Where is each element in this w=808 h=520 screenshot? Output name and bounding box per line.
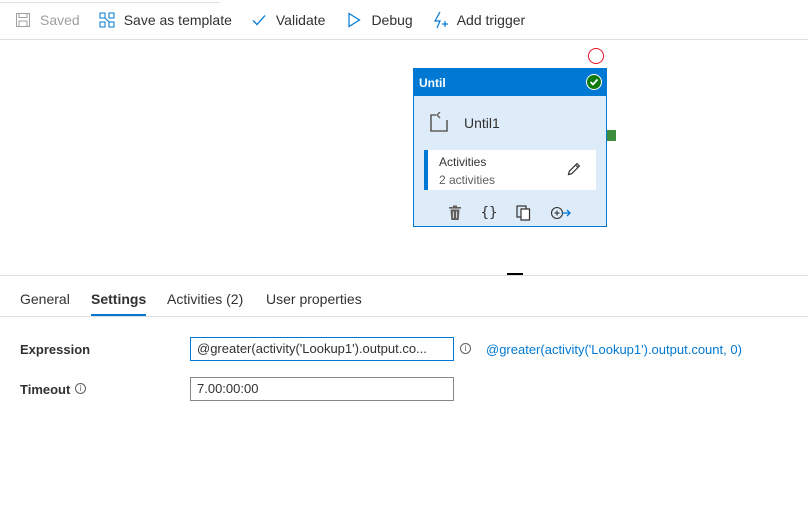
code-icon[interactable]: {} [480, 204, 498, 222]
timeout-input[interactable]: 7.00:00:00 [190, 377, 454, 401]
node-type-label: Until [419, 75, 446, 90]
tab-strip [0, 0, 220, 3]
timeout-info-icon[interactable]: i [75, 383, 86, 394]
error-indicator-icon[interactable] [588, 48, 604, 64]
trigger-icon [431, 11, 449, 29]
activities-container[interactable]: Activities 2 activities [424, 150, 596, 190]
delete-icon[interactable] [447, 204, 463, 222]
node-actions: {} [414, 204, 608, 224]
play-icon [345, 11, 363, 29]
activities-title: Activities [439, 155, 487, 169]
add-output-icon[interactable] [550, 204, 572, 222]
pipeline-canvas[interactable] [0, 41, 808, 275]
debug-label: Debug [371, 11, 413, 28]
tab-settings[interactable]: Settings [91, 284, 147, 316]
add-trigger-button[interactable]: Add trigger [423, 0, 533, 40]
output-port[interactable] [607, 130, 616, 141]
expression-dynamic-content-link[interactable]: @greater(activity('Lookup1').output.coun… [486, 342, 742, 357]
until-loop-icon [428, 111, 450, 134]
activities-count: 2 activities [439, 173, 496, 187]
success-check-icon [586, 74, 602, 90]
saved-button[interactable]: Saved [6, 0, 88, 40]
tab-general[interactable]: General [20, 284, 70, 316]
timeout-label: Timeout [20, 382, 71, 397]
save-icon [14, 11, 32, 29]
save-as-template-button[interactable]: Save as template [90, 0, 240, 40]
panel-divider [0, 275, 808, 276]
validate-button[interactable]: Validate [242, 0, 334, 40]
saved-label: Saved [40, 11, 80, 28]
node-body: Until1 Activities 2 activities {} [414, 96, 606, 227]
checkmark-icon [250, 11, 268, 29]
expression-input[interactable]: @greater(activity('Lookup1').output.co..… [190, 337, 454, 361]
node-header: Until [414, 69, 606, 96]
save-as-template-label: Save as template [123, 11, 232, 28]
toolbar: Saved Save as template Validate Debug Ad… [0, 0, 808, 40]
tab-activities[interactable]: Activities (2) [167, 284, 243, 316]
tab-user-properties[interactable]: User properties [266, 284, 362, 316]
properties-tabs: General Settings Activities (2) User pro… [0, 284, 808, 317]
copy-icon[interactable] [515, 204, 531, 222]
validate-label: Validate [275, 11, 326, 28]
expression-info-icon[interactable]: i [460, 343, 471, 354]
template-icon [98, 11, 116, 29]
edit-pencil-icon[interactable] [566, 161, 582, 177]
debug-button[interactable]: Debug [337, 0, 420, 40]
until-activity-node[interactable]: Until Until1 Activities 2 activities {} [413, 68, 607, 227]
add-trigger-label: Add trigger [456, 11, 526, 28]
expression-label: Expression [20, 342, 91, 357]
node-name: Until1 [464, 115, 500, 131]
